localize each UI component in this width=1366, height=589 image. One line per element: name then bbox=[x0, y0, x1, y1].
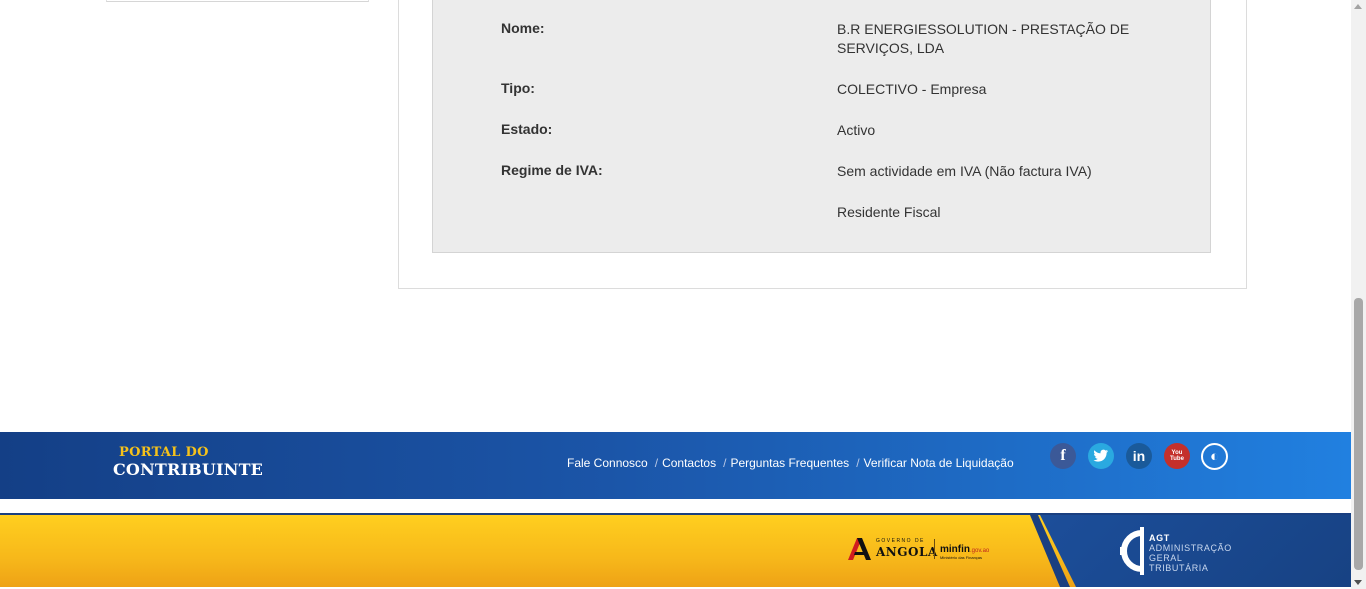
link-separator: / bbox=[654, 456, 659, 470]
footer-link-contactos[interactable]: Contactos bbox=[662, 456, 716, 470]
youtube-icon[interactable]: You Tube bbox=[1164, 443, 1190, 469]
twitter-icon[interactable] bbox=[1088, 443, 1114, 469]
scroll-up-arrow[interactable] bbox=[1354, 4, 1362, 9]
taxpayer-details-panel: Nome: B.R ENERGIESSOLUTION - PRESTAÇÃO D… bbox=[398, 0, 1247, 289]
agt-line-1: ADMINISTRAÇÃO bbox=[1149, 543, 1232, 553]
scrollbar-thumb[interactable] bbox=[1354, 298, 1363, 570]
agt-logo-icon bbox=[1120, 527, 1144, 575]
portal-logo-top: PORTAL DO bbox=[119, 445, 209, 460]
taxpayer-info-box: Nome: B.R ENERGIESSOLUTION - PRESTAÇÃO D… bbox=[432, 0, 1211, 253]
gov-logo-top: GOVERNO DE bbox=[876, 538, 925, 544]
linkedin-icon[interactable]: in bbox=[1126, 443, 1152, 469]
label-nome: Nome: bbox=[501, 20, 545, 36]
footer-partners-bar: GOVERNO DE ANGOLA minfin.gov.ao Ministér… bbox=[0, 513, 1351, 587]
agt-abbr: AGT bbox=[1149, 533, 1170, 543]
scroll-down-arrow[interactable] bbox=[1354, 580, 1362, 585]
value-estado: Activo bbox=[837, 122, 876, 138]
page-scrollbar[interactable] bbox=[1351, 0, 1366, 589]
footer-nav-bar: PORTAL DO CONTRIBUINTE Fale Connosco / Con… bbox=[0, 432, 1351, 499]
label-regime-iva: Regime de IVA: bbox=[501, 162, 603, 178]
value-nome: B.R ENERGIESSOLUTION - PRESTAÇÃO DE SERV… bbox=[837, 21, 1130, 56]
agt-line-3: TRIBUTÁRIA bbox=[1149, 563, 1209, 573]
logo-divider bbox=[934, 539, 935, 559]
minfin-logo-sub: Ministério das Finanças bbox=[940, 555, 983, 560]
link-separator: / bbox=[856, 456, 860, 470]
label-estado: Estado: bbox=[501, 121, 553, 137]
value-residencia-fiscal: Residente Fiscal bbox=[837, 204, 941, 220]
footer-links: Fale Connosco / Contactos / Perguntas Freque… bbox=[567, 456, 1014, 470]
label-tipo: Tipo: bbox=[501, 80, 535, 96]
agt-line-2: GERAL bbox=[1149, 553, 1183, 563]
footer-link-verificar-nota[interactable]: Verificar Nota de Liquidação bbox=[864, 456, 1014, 470]
minfin-logo-main: minfin bbox=[940, 544, 970, 555]
footer-link-fale-connosco[interactable]: Fale Connosco bbox=[567, 456, 648, 470]
value-regime-iva: Sem actividade em IVA (Não factura IVA) bbox=[837, 163, 1092, 179]
portal-icon[interactable]: ◐ bbox=[1201, 443, 1228, 470]
angola-a-icon bbox=[848, 538, 871, 560]
gov-logo-main: ANGOLA bbox=[876, 545, 938, 559]
footer-link-perguntas-frequentes[interactable]: Perguntas Frequentes bbox=[730, 456, 849, 470]
sidebar-panel bbox=[106, 0, 369, 2]
facebook-icon[interactable]: f bbox=[1050, 443, 1076, 469]
minfin-logo: minfin.gov.ao Ministério das Finanças bbox=[940, 539, 989, 560]
portal-logo-bottom: CONTRIBUINTE bbox=[113, 460, 264, 479]
agt-logo-text: AGT ADMINISTRAÇÃO GERAL TRIBUTÁRIA bbox=[1149, 533, 1232, 573]
value-tipo: COLECTIVO - Empresa bbox=[837, 81, 987, 97]
minfin-logo-domain: .gov.ao bbox=[970, 548, 990, 554]
link-separator: / bbox=[723, 456, 727, 470]
